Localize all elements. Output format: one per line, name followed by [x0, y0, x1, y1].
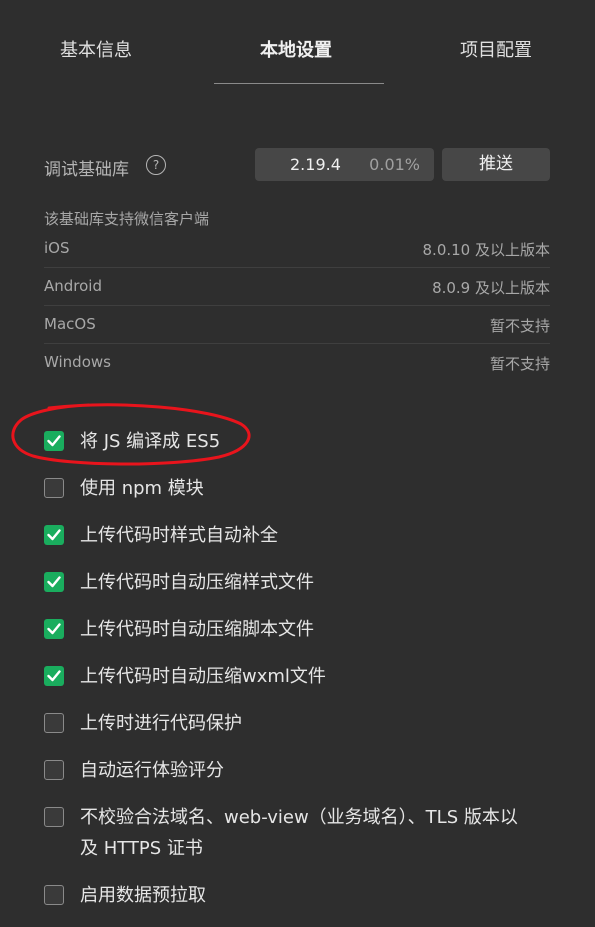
option-row[interactable]: 将 JS 编译成 ES5 [44, 426, 564, 457]
sdk-version-select[interactable]: 2.19.4 0.01% [255, 148, 434, 181]
os-version: 暂不支持 [489, 355, 550, 373]
support-table: iOS 8.0.10 及以上版本 Android 8.0.9 及以上版本 Mac… [44, 230, 550, 381]
sdk-usage-percent: 0.01% [369, 155, 420, 174]
option-row[interactable]: 使用 npm 模块 [44, 473, 564, 504]
option-label: 启用数据预拉取 [80, 885, 206, 906]
checkmark-icon [47, 623, 61, 635]
checkbox-unchecked[interactable] [44, 885, 64, 905]
option-label: 上传代码时自动压缩wxml文件 [80, 666, 326, 687]
os-version: 8.0.10 及以上版本 [422, 241, 550, 259]
option-label: 上传时进行代码保护 [80, 713, 242, 734]
settings-options-list: 将 JS 编译成 ES5 使用 npm 模块上传代码时样式自动补全上传代码时自动压… [44, 426, 564, 927]
sdk-version: 2.19.4 [290, 155, 341, 174]
option-label: 上传代码时样式自动补全 [80, 525, 278, 546]
checkbox-checked[interactable] [44, 572, 64, 592]
tab-bar: 基本信息 本地设置 项目配置 [0, 0, 595, 86]
checkbox-unchecked[interactable] [44, 478, 64, 498]
option-row[interactable]: 上传代码时样式自动补全 [44, 520, 564, 551]
option-row[interactable]: 上传时进行代码保护 [44, 708, 564, 739]
option-label: 将 JS 编译成 ES5 [80, 431, 221, 452]
help-icon[interactable]: ? [146, 155, 166, 175]
os-name: iOS [44, 239, 70, 257]
support-row-macos: MacOS 暂不支持 [44, 306, 550, 344]
tab-basic-info[interactable]: 基本信息 [60, 36, 132, 62]
tab-project-config[interactable]: 项目配置 [460, 36, 532, 62]
debug-sdk-row: 调试基础库 ? 2.19.4 0.01% 推送 [44, 148, 550, 182]
os-name: Windows [44, 353, 111, 371]
support-row-ios: iOS 8.0.10 及以上版本 [44, 230, 550, 268]
checkbox-checked[interactable] [44, 619, 64, 639]
debug-sdk-label: 调试基础库 [44, 160, 129, 180]
option-label: 使用 npm 模块 [80, 478, 204, 499]
checkbox-checked[interactable] [44, 666, 64, 686]
option-row[interactable]: 上传代码时自动压缩样式文件 [44, 567, 564, 598]
tab-local-settings[interactable]: 本地设置 [260, 36, 332, 62]
option-label: 不校验合法域名、web-view（业务域名）、TLS 版本以及 HTTPS 证书 [80, 807, 518, 859]
active-tab-indicator [214, 83, 384, 84]
os-version: 暂不支持 [489, 317, 550, 335]
checkbox-unchecked[interactable] [44, 713, 64, 733]
push-button[interactable]: 推送 [442, 148, 550, 181]
checkmark-icon [47, 670, 61, 682]
checkbox-unchecked[interactable] [44, 807, 64, 827]
support-row-android: Android 8.0.9 及以上版本 [44, 268, 550, 306]
os-name: Android [44, 277, 102, 295]
option-row[interactable]: 上传代码时自动压缩wxml文件 [44, 661, 564, 692]
checkmark-icon [47, 576, 61, 588]
checkbox-checked[interactable] [44, 431, 64, 451]
option-row[interactable]: 不校验合法域名、web-view（业务域名）、TLS 版本以及 HTTPS 证书 [44, 802, 564, 864]
option-label: 自动运行体验评分 [80, 760, 224, 781]
checkbox-checked[interactable] [44, 525, 64, 545]
option-label: 上传代码时自动压缩样式文件 [80, 572, 314, 593]
support-row-windows: Windows 暂不支持 [44, 344, 550, 381]
option-row[interactable]: 自动运行体验评分 [44, 755, 564, 786]
option-label: 上传代码时自动压缩脚本文件 [80, 619, 314, 640]
os-version: 8.0.9 及以上版本 [432, 279, 550, 297]
support-title: 该基础库支持微信客户端 [44, 210, 210, 228]
os-name: MacOS [44, 315, 96, 333]
checkmark-icon [47, 529, 61, 541]
checkmark-icon [47, 435, 61, 447]
checkbox-unchecked[interactable] [44, 760, 64, 780]
option-row[interactable]: 上传代码时自动压缩脚本文件 [44, 614, 564, 645]
option-row[interactable]: 启用数据预拉取 [44, 880, 564, 911]
